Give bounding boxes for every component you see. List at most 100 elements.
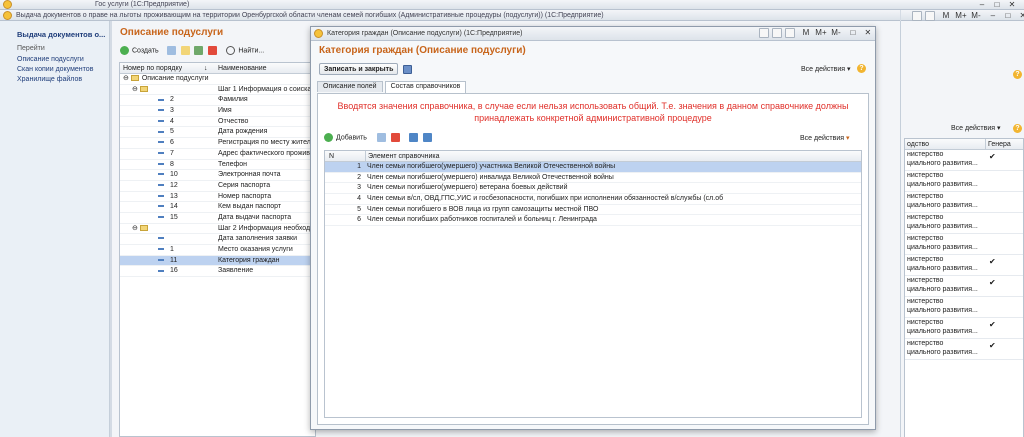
delete-icon[interactable] — [390, 133, 400, 142]
table-row[interactable]: нистерство циального развития... ✔ — [905, 255, 1023, 276]
close-icon[interactable]: ✕ — [862, 28, 874, 38]
table-row[interactable]: 8 Телефон — [120, 160, 315, 171]
table-row[interactable]: нистерство циального развития... ✔ — [905, 150, 1023, 171]
sidebar-item-scans[interactable]: Скан копии документов — [17, 65, 107, 75]
toolbar-icon[interactable] — [772, 28, 782, 38]
table-row[interactable]: нистерство циального развития... ✔ — [905, 276, 1023, 297]
maximize-icon[interactable]: □ — [847, 28, 859, 38]
right-row-text2: циального развития... — [907, 328, 978, 335]
table-row[interactable]: нистерство циального развития... ✔ — [905, 318, 1023, 339]
table-row[interactable]: 10 Электронная почта — [120, 170, 315, 181]
column-header-name[interactable]: Наименование — [218, 63, 267, 74]
dialog-all-actions[interactable]: Все действия ▾ — [801, 65, 851, 73]
sidebar-item-file-storage[interactable]: Хранилище файлов — [17, 75, 107, 85]
save-close-button[interactable]: Записать и закрыть — [319, 63, 399, 75]
collapse-icon[interactable]: ⊖ — [123, 75, 129, 82]
table-row[interactable]: нистерство циального развития... — [905, 297, 1023, 318]
table-row[interactable]: 14 Кем выдан паспорт — [120, 202, 315, 213]
create-button[interactable]: Создать — [132, 47, 159, 54]
minimize-icon[interactable]: – — [987, 11, 999, 21]
table-row[interactable]: нистерство циального развития... — [905, 234, 1023, 255]
add-folder-icon[interactable] — [180, 46, 190, 55]
add-button[interactable]: Добавить — [336, 134, 367, 141]
move-down-icon[interactable] — [422, 133, 432, 142]
table-row[interactable]: 6 Член семьи погибших работников госпитал… — [325, 215, 861, 227]
table-row[interactable]: 1 Место оказания услуги — [120, 245, 315, 256]
table-row[interactable]: ⊖ Шаг 1 Информация о соискате... — [120, 85, 315, 96]
tab-field-description[interactable]: Описание полей — [317, 81, 383, 92]
close-icon[interactable]: ✕ — [1006, 0, 1018, 10]
row-num-cell: 4 — [158, 117, 174, 127]
table-row[interactable]: 5 Член семьи погибшего в ВОВ лица из груп… — [325, 205, 861, 216]
table-row[interactable]: ⊖ Описание подуслуги — [120, 74, 315, 85]
table-row[interactable]: 7 Адрес фактического прожива... — [120, 149, 315, 160]
item-icon — [158, 258, 164, 261]
table-row[interactable]: нистерство циального развития... — [905, 192, 1023, 213]
list-all-actions[interactable]: Все действия ▾ — [800, 134, 850, 142]
column-header-element[interactable]: Элемент справочника — [365, 151, 440, 162]
right-row-text: нистерство — [907, 151, 944, 158]
table-row[interactable]: 3 Член семьи погибшего(умершего) ветерана… — [325, 183, 861, 195]
maximize-icon[interactable]: □ — [991, 0, 1003, 10]
right-column-header-2[interactable]: Генера — [985, 139, 1011, 150]
m-plus-icon[interactable]: M+ — [955, 11, 967, 21]
toolbar-icon[interactable] — [912, 11, 922, 21]
directory-table-header: N Элемент справочника — [325, 151, 861, 162]
column-header-n[interactable]: N — [329, 151, 334, 162]
toolbar-icon[interactable] — [785, 28, 795, 38]
right-panel: M M+ M- – □ ✕ ? Все действия ▾ ? одство Гене… — [900, 10, 1024, 437]
minimize-icon[interactable]: – — [976, 0, 988, 10]
table-row[interactable]: ⊖ Шаг 2 Информация необходим... — [120, 224, 315, 235]
table-row[interactable]: 15 Дата выдачи паспорта — [120, 213, 315, 224]
m-icon[interactable]: M — [940, 11, 952, 21]
copy-icon[interactable] — [166, 46, 176, 55]
table-row[interactable]: нистерство циального развития... ✔ — [905, 339, 1023, 360]
sidebar-item-description[interactable]: Описание подуслуги — [17, 55, 107, 65]
table-row[interactable]: 16 Заявление — [120, 266, 315, 278]
right-column-header-1[interactable]: одство — [907, 139, 929, 150]
toolbar-icon[interactable] — [925, 11, 935, 21]
table-row[interactable]: 12 Серия паспорта — [120, 181, 315, 192]
table-row[interactable]: 11 Категория граждан — [120, 255, 315, 267]
m-minus-icon[interactable]: M- — [970, 11, 982, 21]
dialog-logo-icon — [314, 29, 323, 38]
find-button[interactable]: Найти... — [238, 47, 264, 54]
m-plus-icon[interactable]: M+ — [815, 28, 827, 38]
edit-icon[interactable] — [194, 46, 204, 55]
toolbar-icon[interactable] — [759, 28, 769, 38]
table-row[interactable]: нистерство циального развития... — [905, 171, 1023, 192]
copy-icon[interactable] — [376, 133, 386, 142]
item-icon — [158, 162, 164, 165]
right-help-icon-2[interactable]: ? — [1013, 124, 1022, 133]
maximize-icon[interactable]: □ — [1002, 11, 1014, 21]
dialog-window-title: Категория граждан (Описание подуслуги) (… — [327, 30, 523, 37]
right-help-icon[interactable]: ? — [1013, 70, 1022, 79]
table-row[interactable]: 2 Фамилия — [120, 95, 315, 107]
save-icon[interactable] — [403, 64, 413, 74]
row-n: 2 — [357, 173, 361, 181]
dialog-help-icon[interactable]: ? — [857, 64, 866, 73]
m-icon[interactable]: M — [800, 28, 812, 38]
tab-directory-contents[interactable]: Состав справочников — [384, 81, 467, 93]
table-row[interactable]: 3 Имя — [120, 106, 315, 117]
table-row[interactable]: 2 Член семьи погибшего(умершего) инвалида… — [325, 173, 861, 184]
table-row[interactable]: нистерство циального развития... — [905, 213, 1023, 234]
right-all-actions[interactable]: Все действия ▾ — [951, 124, 1001, 132]
table-row[interactable]: Дата заполнения заявки — [120, 234, 315, 245]
table-row[interactable]: 6 Регистрация по месту житель... — [120, 138, 315, 149]
subservice-rows: ⊖ Описание подуслуги ⊖ Шаг 1 Информация о… — [120, 74, 315, 278]
row-num: 16 — [170, 267, 178, 275]
table-row[interactable]: 5 Дата рождения — [120, 127, 315, 139]
delete-icon[interactable] — [208, 46, 218, 55]
column-header-num[interactable]: Номер по порядку — [123, 63, 182, 74]
table-row[interactable]: 1 Член семьи погибшего(умершего) участник… — [325, 162, 861, 173]
close-icon[interactable]: ✕ — [1017, 11, 1024, 21]
table-row[interactable]: 4 Отчество — [120, 117, 315, 128]
right-row-text: нистерство — [907, 319, 944, 326]
table-row[interactable]: 13 Номер паспорта — [120, 192, 315, 203]
move-up-icon[interactable] — [408, 133, 418, 142]
collapse-icon[interactable]: ⊖ — [132, 86, 138, 93]
table-row[interactable]: 4 Член семьи в/сл, ОВД,ГПС,УИС и госбезоп… — [325, 194, 861, 205]
collapse-icon[interactable]: ⊖ — [132, 225, 138, 232]
m-minus-icon[interactable]: M- — [830, 28, 842, 38]
